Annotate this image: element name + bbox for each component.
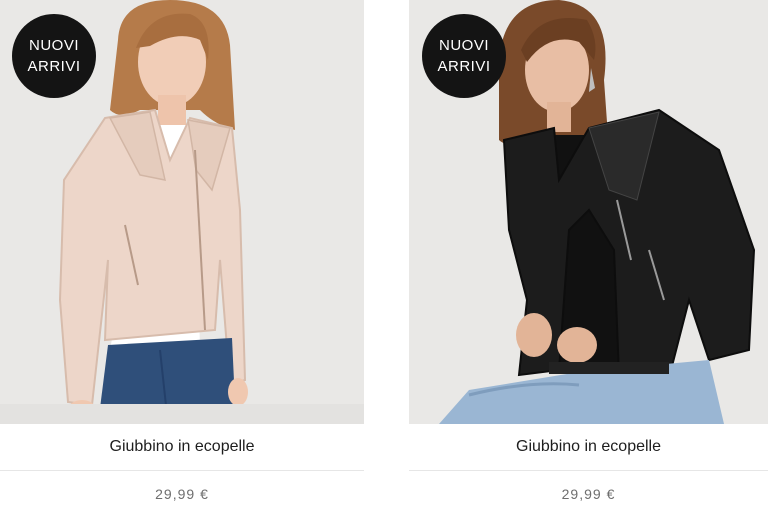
new-arrivals-badge: NUOVI ARRIVI	[422, 14, 506, 98]
product-name[interactable]: Giubbino in ecopelle	[409, 424, 768, 470]
badge-line-1: NUOVI	[28, 37, 79, 54]
product-card[interactable]: NUOVI ARRIVI Giubbino in ecopelle 29,99 …	[0, 0, 364, 508]
badge-line-1: NUOVI	[438, 37, 489, 54]
badge-line-2: ARRIVI	[27, 58, 81, 75]
product-image[interactable]: NUOVI ARRIVI	[409, 0, 768, 424]
product-grid: NUOVI ARRIVI Giubbino in ecopelle 29,99 …	[0, 0, 768, 508]
product-price: 29,99 €	[561, 486, 616, 502]
divider	[0, 470, 364, 471]
new-arrivals-badge: NUOVI ARRIVI	[12, 14, 96, 98]
product-name[interactable]: Giubbino in ecopelle	[0, 424, 364, 470]
product-card[interactable]: NUOVI ARRIVI Giubbino in ecopelle 29,99 …	[409, 0, 768, 508]
divider	[409, 470, 768, 471]
product-price: 29,99 €	[155, 486, 209, 502]
badge-line-2: ARRIVI	[437, 58, 491, 75]
product-image[interactable]: NUOVI ARRIVI	[0, 0, 364, 424]
